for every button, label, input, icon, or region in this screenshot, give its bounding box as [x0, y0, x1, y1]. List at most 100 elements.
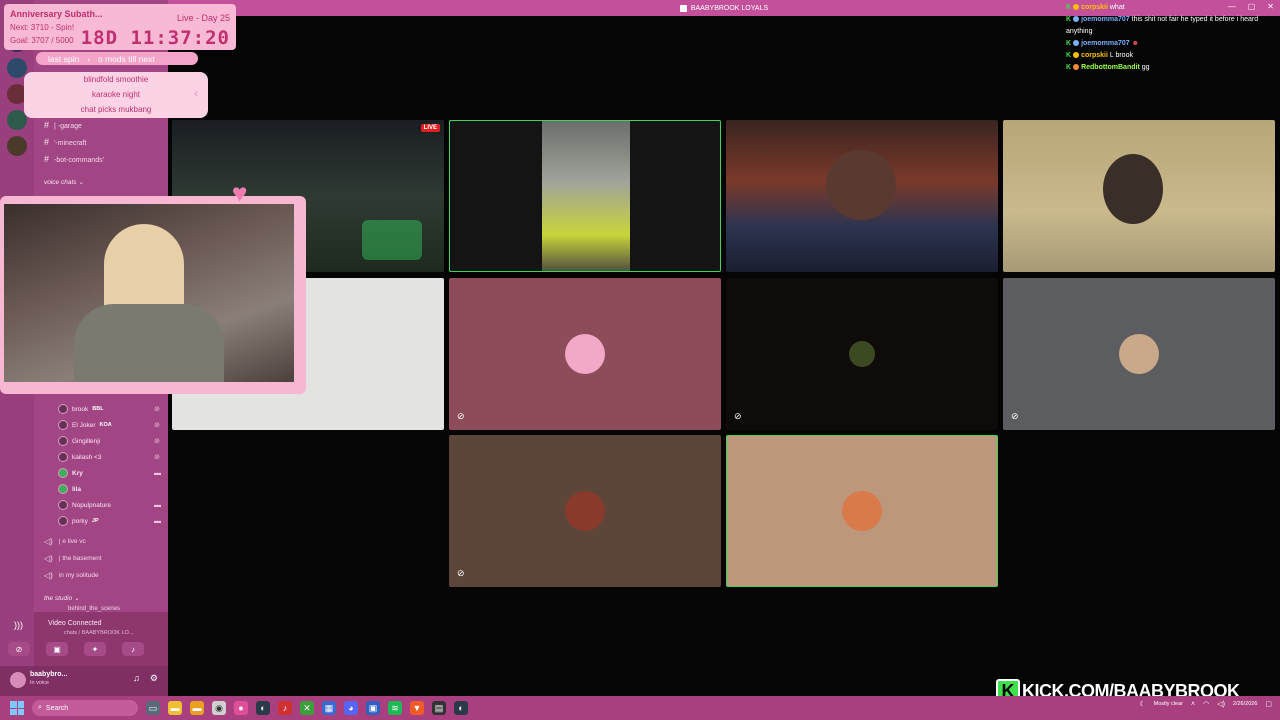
taskbar: ⌕ Search ▭ ▬ ▬ ◉ ● ◐ ♪ ✕ ▦ ◕ ▣ ≋ ▼ ▤ ◐ ☾… — [0, 696, 1280, 720]
spin-item: chat picks mukbang — [80, 105, 152, 114]
kick-badge-icon: K — [1066, 52, 1072, 59]
app-icon[interactable]: ▦ — [322, 701, 336, 715]
voice-status: Video Connected — [48, 620, 102, 627]
emote-icon: ☻ — [1131, 40, 1140, 47]
task-view-icon[interactable]: ▭ — [146, 701, 160, 715]
avatar — [58, 468, 68, 478]
video-tile[interactable] — [1003, 120, 1275, 272]
voice-user[interactable]: El Joker KOA ⊘ — [58, 420, 160, 430]
voice-channel[interactable]: ◁) | the basement — [44, 554, 102, 563]
app-icon[interactable]: ● — [234, 701, 248, 715]
mic-off-icon: ⊘ — [734, 411, 742, 421]
gear-icon[interactable]: ⚙ — [150, 673, 158, 684]
camera-icon: ▬ — [154, 469, 161, 477]
app-icon[interactable]: ▣ — [366, 701, 380, 715]
chat-message: Kjoemomma707 this shit not fair he typed… — [1066, 16, 1259, 35]
chat-overlay: Kcorpskii what Kjoemomma707 this shit no… — [1066, 2, 1280, 74]
headphones-icon[interactable]: ♫ — [133, 673, 140, 684]
video-tile[interactable] — [726, 120, 998, 272]
spotify-icon[interactable]: ≋ — [388, 701, 402, 715]
discord-icon[interactable]: ◕ — [344, 701, 358, 715]
video-tile-avatar[interactable]: ⊘ — [449, 435, 721, 587]
screen: BAABYBROOK LOYALS — ▢ ✕ # | -garage # '-mi… — [0, 0, 1280, 720]
voice-user[interactable]: brook BBL ⊘ — [58, 404, 160, 414]
windows-icon[interactable] — [10, 701, 24, 715]
server-icon[interactable] — [7, 136, 27, 156]
mic-off-icon: ⊘ — [457, 568, 465, 578]
avatar — [842, 491, 882, 531]
hash-icon: # — [44, 154, 50, 164]
voice-user[interactable]: lila — [58, 484, 81, 494]
mic-off-icon: ⊘ — [154, 406, 160, 413]
voice-channel[interactable]: ◁) in my solitude — [44, 571, 99, 580]
chevron-left-icon: ‹ — [194, 86, 198, 100]
avatar — [58, 452, 68, 462]
mods-till-next: o mods till next — [98, 53, 155, 64]
steam-icon[interactable]: ◐ — [256, 701, 270, 715]
video-tile-speaking[interactable] — [449, 120, 721, 272]
voice-connection-panel: ))) Video Connected chats / BAABYBROOK L… — [8, 612, 168, 666]
category-voice-chats[interactable]: voice chats ⌄ — [44, 178, 84, 186]
avatar — [58, 484, 68, 494]
subathon-day: Live - Day 25 — [176, 13, 230, 23]
video-tile-avatar[interactable]: ⊘ — [1003, 278, 1275, 430]
heart-icon: ♥ — [232, 178, 248, 208]
subathon-title: Anniversary Subath... — [10, 9, 103, 19]
steam-icon[interactable]: ◐ — [454, 701, 468, 715]
window-title: BAABYBROOK LOYALS — [679, 4, 768, 12]
video-tile-avatar[interactable]: ⊘ — [449, 278, 721, 430]
xbox-icon[interactable]: ✕ — [300, 701, 314, 715]
soundboard-button[interactable]: ♪ — [122, 642, 144, 656]
video-tile-avatar[interactable]: ⊘ — [726, 278, 998, 430]
last-spin-label: last spin — [48, 53, 80, 64]
file-explorer-icon[interactable]: ▬ — [168, 701, 182, 715]
badge-icon — [1073, 52, 1080, 59]
voice-user[interactable]: kailash <3 ⊘ — [58, 452, 160, 462]
avatar — [58, 420, 68, 430]
speaker-icon: ◁) — [44, 571, 53, 580]
app-icon[interactable]: ♪ — [278, 701, 292, 715]
app-icon — [679, 4, 687, 12]
last-spin-bar: last spin › o mods till next — [36, 52, 198, 65]
voice-channel-path: chats / BAABYBROOK LO... — [64, 630, 134, 636]
folder-icon[interactable]: ▬ — [190, 701, 204, 715]
wifi-icon[interactable]: ◠ — [1203, 700, 1209, 708]
terminal-icon[interactable]: ▤ — [432, 701, 446, 715]
user-status: In voice — [30, 680, 49, 686]
voice-user[interactable]: porky JP ▬ — [58, 516, 161, 526]
mic-off-icon: ⊘ — [154, 438, 160, 445]
text-channel[interactable]: # '-minecraft — [44, 137, 86, 147]
voice-channel[interactable]: ◁) | e live vc — [44, 537, 86, 546]
avatar — [58, 404, 68, 414]
text-channel[interactable]: # | -garage — [44, 120, 82, 130]
avatar — [1119, 334, 1159, 374]
subathon-goal: Goal: 3707 / 5000 — [10, 36, 74, 45]
video-tile-avatar-speaking[interactable] — [726, 435, 998, 587]
notification-icon[interactable]: ▢ — [1265, 700, 1272, 708]
weather-icon[interactable]: ☾ — [1139, 700, 1145, 708]
taskbar-search[interactable]: ⌕ Search — [32, 700, 138, 716]
category-studio[interactable]: the studio ⌄ — [44, 594, 79, 602]
avatar[interactable] — [10, 672, 26, 688]
speaker-icon[interactable]: ◁) — [1217, 700, 1225, 708]
clock[interactable]: 2/26/2026 — [1233, 700, 1257, 708]
brave-icon[interactable]: ▼ — [410, 701, 424, 715]
streamer-shirt — [74, 304, 224, 382]
user-controls: ♫ ⚙ — [133, 673, 158, 684]
voice-user[interactable]: Nopulpnature ▬ — [58, 500, 161, 510]
live-badge: LIVE — [420, 124, 440, 132]
chat-message: Kcorpskii L brook — [1066, 52, 1133, 59]
kick-badge-icon: K — [1066, 40, 1072, 47]
voice-user[interactable]: Kry ▬ — [58, 468, 161, 478]
chevron-up-icon[interactable]: ˄ — [1191, 701, 1195, 708]
activities-button[interactable]: ✦ — [84, 642, 106, 656]
streamer-webcam: ♥ — [0, 178, 306, 394]
screen-share-button[interactable]: ▣ — [46, 642, 68, 656]
spin-item: blindfold smoothie — [83, 75, 149, 84]
username: baabybro... — [30, 671, 68, 678]
text-channel[interactable]: # -bot-commands' — [44, 154, 104, 164]
obs-icon[interactable]: ◉ — [212, 701, 226, 715]
camera-off-button[interactable]: ⊘ — [8, 642, 30, 656]
badge-icon — [1073, 40, 1080, 47]
voice-user[interactable]: Gingillenji ⊘ — [58, 436, 160, 446]
